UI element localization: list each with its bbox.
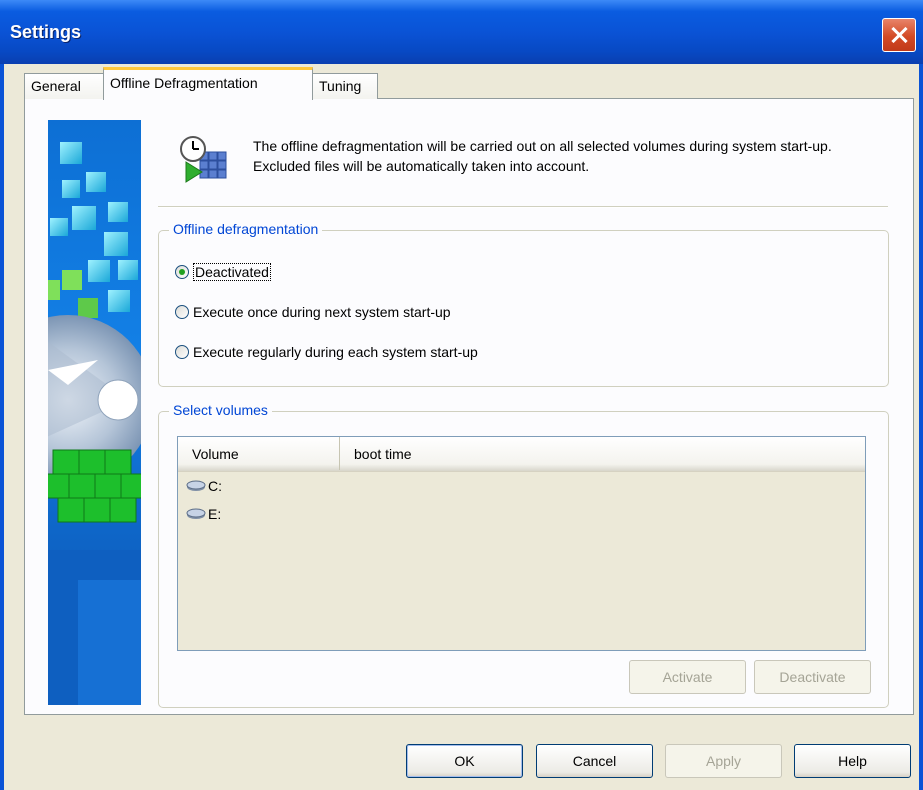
deactivate-button[interactable]: Deactivate xyxy=(754,660,871,694)
window-title: Settings xyxy=(10,22,82,42)
info-description: The offline defragmentation will be carr… xyxy=(253,138,832,174)
volume-name: C: xyxy=(208,478,222,494)
drive-icon xyxy=(186,480,206,491)
radio-label-execute-regularly: Execute regularly during each system sta… xyxy=(193,344,478,360)
radio-label-execute-once: Execute once during next system start-up xyxy=(193,304,451,320)
decorative-side-banner xyxy=(48,120,141,705)
list-item[interactable]: C: xyxy=(186,478,222,494)
group-title-offline: Offline defragmentation xyxy=(169,221,323,237)
activate-button[interactable]: Activate xyxy=(629,660,746,694)
drive-icon xyxy=(186,508,206,519)
volumes-list[interactable]: Volume boot time C: E: xyxy=(177,436,866,651)
radio-deactivated[interactable]: Deactivated xyxy=(175,263,271,281)
radio-button[interactable] xyxy=(175,305,189,319)
title-bar[interactable]: Settings xyxy=(0,0,923,64)
settings-dialog: Settings General Offline Defragmentation… xyxy=(0,0,923,790)
close-button[interactable] xyxy=(882,18,916,52)
list-header: Volume boot time xyxy=(178,437,865,472)
banner-graphic xyxy=(48,142,141,705)
separator xyxy=(158,206,888,208)
column-header-boot-time[interactable]: boot time xyxy=(340,437,864,470)
tab-tuning[interactable]: Tuning xyxy=(312,73,378,99)
radio-button[interactable] xyxy=(175,345,189,359)
radio-execute-once[interactable]: Execute once during next system start-up xyxy=(175,304,451,320)
cancel-button[interactable]: Cancel xyxy=(536,744,653,778)
radio-button-checked[interactable] xyxy=(175,265,189,279)
radio-label-deactivated: Deactivated xyxy=(193,263,271,281)
column-header-volume[interactable]: Volume xyxy=(178,437,340,470)
tab-general[interactable]: General xyxy=(24,73,104,99)
tab-offline-defragmentation[interactable]: Offline Defragmentation xyxy=(103,67,313,100)
schedule-defrag-icon xyxy=(178,134,230,186)
help-button[interactable]: Help xyxy=(794,744,911,778)
list-item[interactable]: E: xyxy=(186,506,221,522)
radio-execute-regularly[interactable]: Execute regularly during each system sta… xyxy=(175,344,478,360)
window-border-right xyxy=(919,64,923,790)
group-title-volumes: Select volumes xyxy=(169,402,272,418)
window-border-left xyxy=(0,64,4,790)
volume-name: E: xyxy=(208,506,222,522)
apply-button[interactable]: Apply xyxy=(665,744,782,778)
ok-button[interactable]: OK xyxy=(406,744,523,778)
